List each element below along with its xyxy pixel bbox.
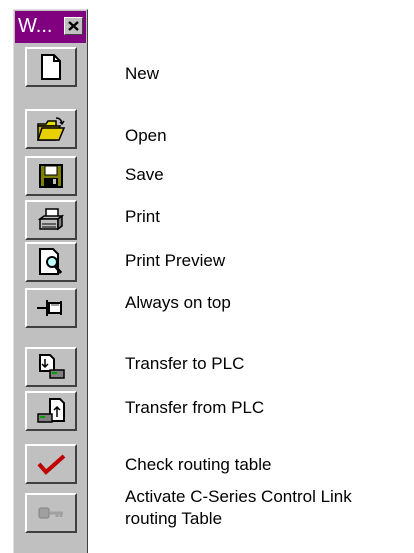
window-title: W... <box>18 15 53 37</box>
close-icon <box>68 21 79 31</box>
title-bar[interactable]: W... <box>15 11 86 43</box>
transfer-from-plc-button[interactable] <box>25 391 77 431</box>
transfer-to-plc-icon <box>39 354 65 379</box>
print-preview-button[interactable] <box>25 242 77 282</box>
transfer-from-plc-icon <box>37 398 65 423</box>
transfer-to-plc-label: Transfer to PLC <box>125 354 245 373</box>
check-routing-table-label: Check routing table <box>125 455 272 474</box>
check-routing-table-button[interactable] <box>25 444 77 484</box>
transfer-from-plc-label: Transfer from PLC <box>125 398 265 417</box>
always-on-top-button[interactable] <box>25 288 77 328</box>
checkmark-icon <box>37 454 66 475</box>
save-button[interactable] <box>25 156 77 196</box>
new-button[interactable] <box>25 47 77 87</box>
print-preview-icon <box>39 248 63 275</box>
key-icon <box>38 507 63 519</box>
activate-routing-table-button[interactable] <box>25 493 77 533</box>
activate-routing-table-label: Activate C-Series Control Link routing T… <box>125 487 352 528</box>
new-label: New <box>125 64 160 83</box>
toolbar-window: W... <box>13 9 88 553</box>
floppy-disk-icon <box>39 164 63 188</box>
close-button[interactable] <box>64 17 83 35</box>
save-label: Save <box>125 165 164 184</box>
open-folder-icon <box>36 117 66 141</box>
open-button[interactable] <box>25 109 77 149</box>
open-label: Open <box>125 126 167 145</box>
printer-icon <box>37 208 65 231</box>
always-on-top-label: Always on top <box>125 293 231 312</box>
print-label: Print <box>125 207 160 226</box>
pushpin-icon <box>37 300 62 316</box>
print-preview-label: Print Preview <box>125 251 226 270</box>
transfer-to-plc-button[interactable] <box>25 347 77 387</box>
print-button[interactable] <box>25 200 77 240</box>
new-document-icon <box>41 54 61 80</box>
